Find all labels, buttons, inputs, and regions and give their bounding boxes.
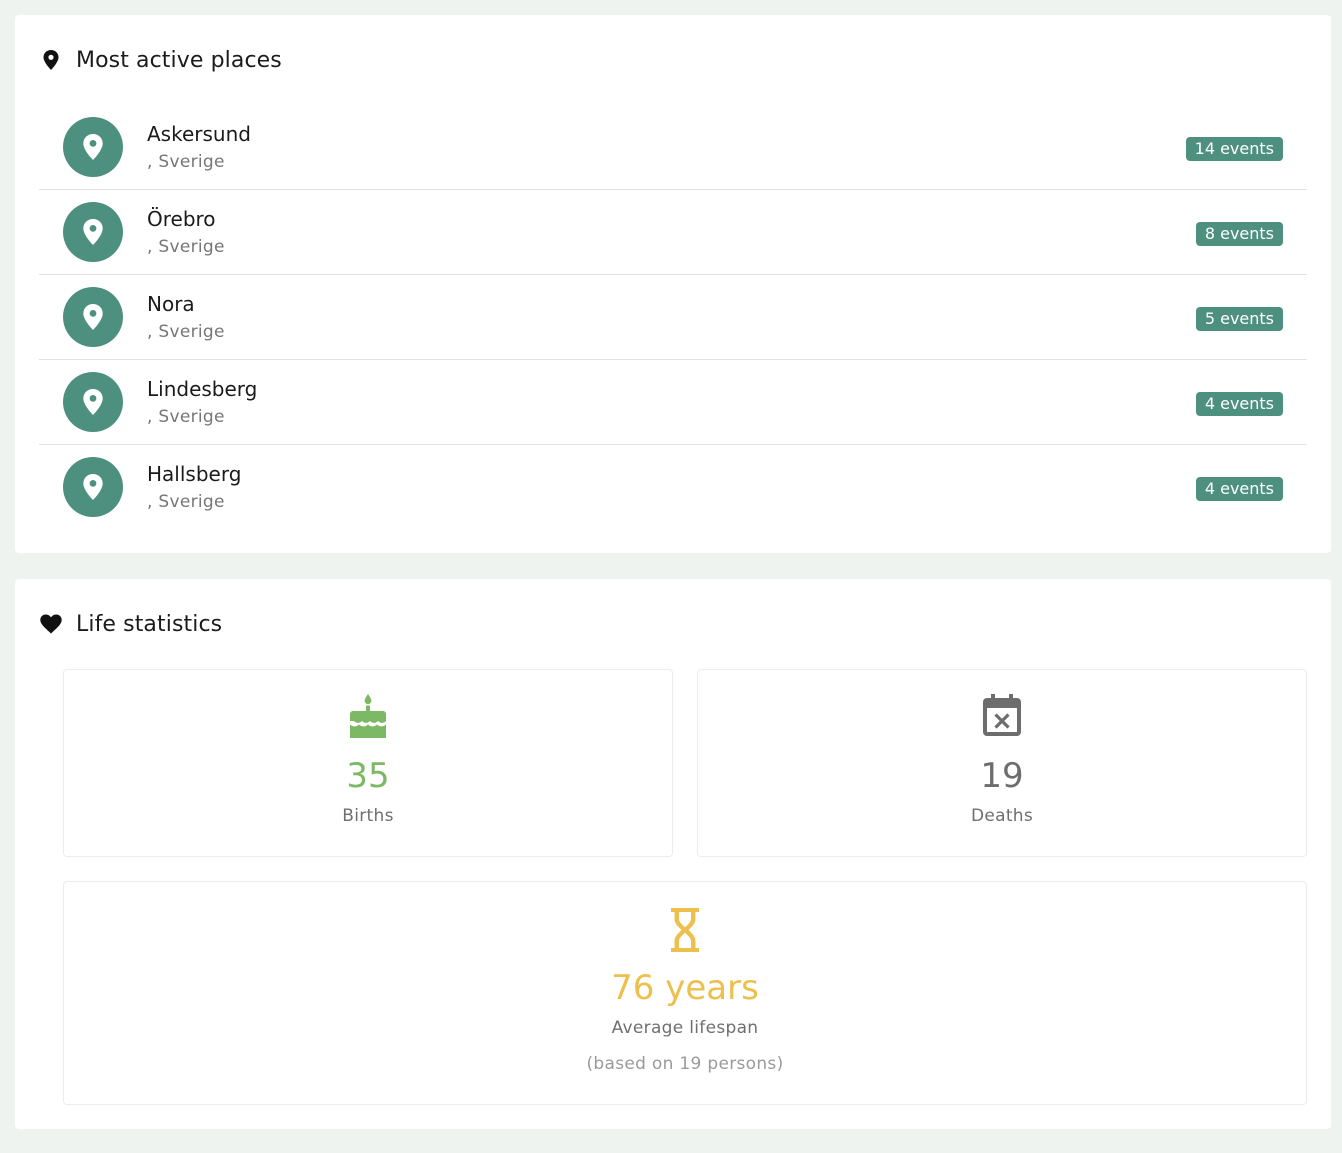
deaths-stat-box: 19 Deaths: [697, 669, 1307, 857]
location-pin-icon: [83, 389, 103, 415]
event-count-badge: 8 events: [1195, 222, 1283, 246]
location-pin-icon: [83, 134, 103, 160]
place-country: , Sverige: [147, 407, 225, 427]
birthday-cake-icon: [350, 694, 386, 738]
place-country: , Sverige: [147, 152, 225, 172]
places-title: Most active places: [76, 47, 282, 73]
place-name: Lindesberg: [147, 377, 258, 401]
place-avatar: [63, 287, 123, 347]
place-name: Hallsberg: [147, 462, 242, 486]
place-row[interactable]: Örebro , Sverige 8 events: [39, 190, 1307, 275]
births-count: 35: [346, 756, 390, 796]
place-name: Örebro: [147, 207, 216, 231]
location-pin-icon: [83, 219, 103, 245]
heart-icon: [40, 613, 62, 635]
place-country: , Sverige: [147, 492, 225, 512]
hourglass-icon: [671, 908, 699, 952]
event-count-badge: 4 events: [1195, 392, 1283, 416]
place-name: Nora: [147, 292, 195, 316]
place-name: Askersund: [147, 122, 251, 146]
place-avatar: [63, 202, 123, 262]
event-count-badge: 14 events: [1185, 137, 1283, 161]
births-stat-box: 35 Births: [63, 669, 673, 857]
deaths-label: Deaths: [970, 806, 1034, 826]
places-list: Askersund , Sverige 14 events Örebro , S…: [39, 105, 1307, 530]
calendar-remove-icon: [983, 694, 1021, 736]
average-lifespan-value: 76 years: [611, 968, 759, 1008]
place-avatar: [63, 457, 123, 517]
place-country: , Sverige: [147, 322, 225, 342]
life-statistics-title: Life statistics: [76, 611, 223, 637]
deaths-count: 19: [980, 756, 1024, 796]
place-country: , Sverige: [147, 237, 225, 257]
location-pin-icon: [83, 304, 103, 330]
average-lifespan-label: Average lifespan: [611, 1018, 759, 1038]
location-pin-icon: [83, 474, 103, 500]
places-header: Most active places: [40, 45, 282, 75]
life-statistics-header: Life statistics: [40, 609, 222, 639]
place-avatar: [63, 117, 123, 177]
place-avatar: [63, 372, 123, 432]
births-label: Births: [342, 806, 394, 826]
place-row[interactable]: Hallsberg , Sverige 4 events: [39, 445, 1307, 530]
lifespan-basis-note: (based on 19 persons): [586, 1054, 784, 1074]
place-row[interactable]: Nora , Sverige 5 events: [39, 275, 1307, 360]
event-count-badge: 4 events: [1195, 477, 1283, 501]
location-pin-icon: [40, 49, 62, 71]
life-statistics-card: Life statistics 35 Births 19 Deaths 76 y…: [15, 579, 1331, 1129]
average-lifespan-stat-box: 76 years Average lifespan (based on 19 p…: [63, 881, 1307, 1105]
event-count-badge: 5 events: [1195, 307, 1283, 331]
most-active-places-card: Most active places Askersund , Sverige 1…: [15, 15, 1331, 553]
place-row[interactable]: Lindesberg , Sverige 4 events: [39, 360, 1307, 445]
place-row[interactable]: Askersund , Sverige 14 events: [39, 105, 1307, 190]
